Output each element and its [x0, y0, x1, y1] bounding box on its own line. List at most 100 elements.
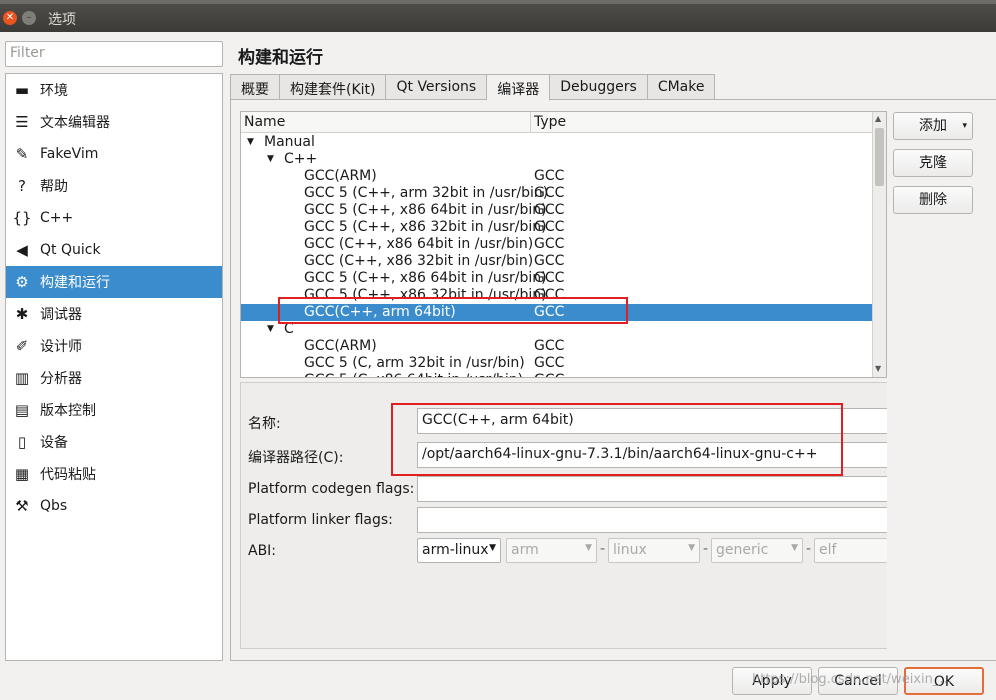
abi-separator: -	[703, 541, 709, 557]
abi-combo-arch[interactable]: arm-linux ▼	[417, 538, 501, 563]
tree-row-type: GCC	[534, 219, 565, 235]
tree-row-name: GCC 5 (C++, x86 32bit in /usr/bin)	[304, 219, 547, 235]
tree-row-name: GCC (C++, x86 32bit in /usr/bin)	[304, 253, 534, 269]
tree-row-name: GCC(ARM)	[304, 168, 377, 184]
tree-row-name: Manual	[264, 134, 315, 150]
abi-architecture-value: arm	[511, 542, 539, 558]
tree-row-name: C++	[284, 151, 318, 167]
sidebar-item-0[interactable]: ▬ 环境	[6, 74, 222, 106]
expand-arrow-icon[interactable]: ▼	[267, 321, 274, 338]
scroll-down-arrow-icon[interactable]: ▼	[875, 364, 881, 373]
sidebar-item-9[interactable]: ▥ 分析器	[6, 362, 222, 394]
tree-row[interactable]: GCC 5 (C++, x86 64bit in /usr/bin) GCC	[241, 202, 873, 219]
tree-scrollbar[interactable]: ▲ ▼	[872, 112, 886, 377]
text-editor-icon: ☰	[15, 113, 29, 131]
sidebar-item-1[interactable]: ☰ 文本编辑器	[6, 106, 222, 138]
tab-5[interactable]: CMake	[647, 74, 716, 100]
sidebar-item-label: 环境	[40, 83, 68, 99]
clone-button[interactable]: 克隆	[893, 149, 973, 177]
filter-input[interactable]: Filter	[5, 41, 223, 67]
close-window-button[interactable]: ✕	[3, 11, 17, 25]
sidebar-item-13[interactable]: ⚒ Qbs	[6, 490, 222, 522]
sidebar-item-12[interactable]: ▦ 代码粘贴	[6, 458, 222, 490]
sidebar-item-7[interactable]: ✱ 调试器	[6, 298, 222, 330]
tab-0[interactable]: 概要	[230, 74, 280, 100]
abi-arch-value: arm-linux	[422, 542, 489, 558]
sidebar-item-6[interactable]: ⚙ 构建和运行	[6, 266, 222, 298]
tree-row[interactable]: GCC 5 (C, arm 32bit in /usr/bin) GCC	[241, 355, 873, 372]
add-button[interactable]: 添加 ▾	[893, 112, 973, 140]
column-header-type[interactable]: Type	[534, 114, 566, 130]
compiler-name-input[interactable]: GCC(C++, arm 64bit)	[417, 408, 887, 434]
build-run-icon: ⚙	[15, 273, 29, 291]
delete-button[interactable]: 删除	[893, 186, 973, 214]
braces-icon: {}	[12, 209, 32, 227]
abi-flavor-value: generic	[716, 542, 769, 558]
sidebar-item-11[interactable]: ▯ 设备	[6, 426, 222, 458]
expand-arrow-icon[interactable]: ▼	[247, 134, 254, 151]
abi-combo-architecture: arm ▼	[506, 538, 597, 563]
sidebar-item-label: 分析器	[40, 371, 82, 387]
settings-category-list: ▬ 环境 ☰ 文本编辑器 ✎ FakeVim? 帮助 {} C++ ◀ Qt Quick ⚙ 构建和运行…	[5, 73, 223, 661]
sidebar-item-2[interactable]: ✎ FakeVim	[6, 138, 222, 170]
tree-row[interactable]: GCC 5 (C++, x86 64bit in /usr/bin) GCC	[241, 270, 873, 287]
sidebar-item-4[interactable]: {} C++	[6, 202, 222, 234]
sidebar-item-label: 设计师	[40, 339, 82, 355]
tree-row[interactable]: GCC(ARM) GCC	[241, 168, 873, 185]
tree-row-name: GCC 5 (C++, x86 32bit in /usr/bin)	[304, 287, 547, 303]
tree-row-type: GCC	[534, 287, 565, 303]
tree-row-name: GCC 5 (C, x86 64bit in /usr/bin)	[304, 372, 523, 377]
tab-bar: 概要 构建套件(Kit) Qt Versions 编译器 Debuggers CMake	[230, 74, 716, 101]
compiler-tree[interactable]: Name Type ▼ Manual ▼ C++ GCC(ARM) GCC GCC 5 (C…	[240, 111, 887, 378]
compiler-path-label: 编译器路径(C):	[248, 450, 344, 466]
linker-flags-input[interactable]	[417, 507, 887, 533]
tree-row[interactable]: ▼ C	[241, 321, 873, 338]
analyzer-icon: ▥	[14, 369, 30, 387]
tab-2[interactable]: Qt Versions	[386, 74, 488, 100]
tree-row[interactable]: GCC 5 (C, x86 64bit in /usr/bin) GCC	[241, 372, 873, 377]
tree-row[interactable]: GCC (C++, x86 32bit in /usr/bin) GCC	[241, 253, 873, 270]
dropdown-arrow-icon: ▼	[489, 543, 496, 553]
tree-row[interactable]: GCC(ARM) GCC	[241, 338, 873, 355]
tab-4[interactable]: Debuggers	[550, 74, 648, 100]
sidebar-item-label: Qt Quick	[40, 242, 101, 258]
tree-row[interactable]: ▼ C++	[241, 151, 873, 168]
abi-separator: -	[600, 541, 606, 557]
tree-row-name: GCC(C++, arm 64bit)	[304, 304, 456, 320]
page-title: 构建和运行	[238, 48, 323, 68]
abi-os-value: linux	[613, 542, 647, 558]
abi-format-value: elf	[819, 542, 837, 558]
tab-1[interactable]: 构建套件(Kit)	[280, 74, 387, 100]
abi-separator: -	[806, 541, 812, 557]
sidebar-item-10[interactable]: ▤ 版本控制	[6, 394, 222, 426]
tree-row[interactable]: ▼ Manual	[241, 134, 873, 151]
code-paste-icon: ▦	[14, 465, 30, 483]
scrollbar-thumb[interactable]	[875, 128, 884, 186]
column-header-name[interactable]: Name	[244, 114, 285, 130]
sidebar-item-label: 文本编辑器	[40, 115, 110, 131]
help-icon: ?	[18, 177, 26, 195]
codegen-flags-input[interactable]	[417, 476, 887, 502]
tree-row[interactable]: GCC (C++, x86 64bit in /usr/bin) GCC	[241, 236, 873, 253]
sidebar-item-label: 版本控制	[40, 403, 96, 419]
sidebar-item-3[interactable]: ? 帮助	[6, 170, 222, 202]
tree-row-type: GCC	[534, 372, 564, 377]
add-button-label: 添加	[919, 118, 947, 134]
compiler-path-input[interactable]: /opt/aarch64-linux-gnu-7.3.1/bin/aarch64…	[417, 442, 887, 468]
expand-arrow-icon[interactable]: ▼	[267, 151, 274, 168]
tree-row[interactable]: GCC 5 (C++, x86 32bit in /usr/bin) GCC	[241, 287, 873, 304]
tab-3[interactable]: 编译器	[487, 74, 551, 101]
chevron-down-icon: ▾	[962, 121, 967, 131]
tree-row-type: GCC	[534, 355, 565, 371]
tree-row[interactable]: GCC 5 (C++, x86 32bit in /usr/bin) GCC	[241, 219, 873, 236]
minimize-window-button[interactable]: –	[22, 11, 36, 25]
codegen-flags-label: Platform codegen flags:	[248, 481, 415, 497]
sidebar-item-8[interactable]: ✐ 设计师	[6, 330, 222, 362]
abi-combo-flavor: generic ▼	[711, 538, 803, 563]
tree-row[interactable]: GCC(C++, arm 64bit) GCC	[241, 304, 873, 321]
scroll-up-arrow-icon[interactable]: ▲	[875, 114, 881, 123]
debugger-icon: ✱	[15, 305, 29, 323]
tree-row-type: GCC	[534, 168, 565, 184]
tree-row[interactable]: GCC 5 (C++, arm 32bit in /usr/bin) GCC	[241, 185, 873, 202]
sidebar-item-5[interactable]: ◀ Qt Quick	[6, 234, 222, 266]
